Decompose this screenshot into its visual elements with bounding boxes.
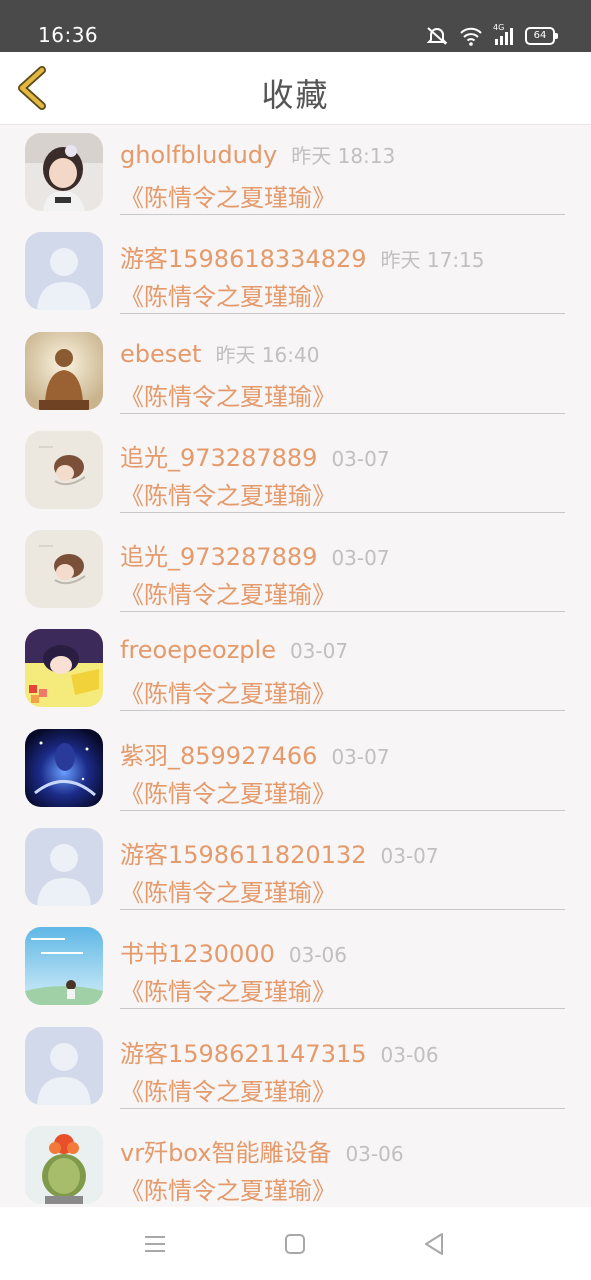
book-title[interactable]: 《陈情令之夏瑾瑜》 xyxy=(120,476,336,511)
row-header: 紫羽_859927466 03-07 xyxy=(120,736,390,771)
list-item[interactable]: 游客1598621147315 03-06 《陈情令之夏瑾瑜》 xyxy=(0,1018,591,1117)
row-header: 追光_973287889 03-07 xyxy=(120,438,390,473)
username[interactable]: freoepeozple xyxy=(120,636,276,664)
timestamp: 03-06 xyxy=(345,1141,404,1166)
username[interactable]: 游客1598621147315 xyxy=(120,1040,367,1068)
book-title[interactable]: 《陈情令之夏瑾瑜》 xyxy=(120,972,336,1007)
avatar-default[interactable] xyxy=(25,828,103,907)
divider xyxy=(120,1107,565,1109)
status-icons: 4G 64 xyxy=(425,23,558,48)
menu-button[interactable] xyxy=(140,1229,170,1259)
divider xyxy=(120,710,565,712)
status-bar: 16:36 4G 64 xyxy=(0,0,591,52)
book-title[interactable]: 《陈情令之夏瑾瑜》 xyxy=(120,873,336,908)
header: 收藏 xyxy=(0,52,591,125)
status-time: 16:36 xyxy=(38,23,99,47)
row-header: 游客1598618334829 昨天 17:15 xyxy=(120,239,485,274)
book-title[interactable]: 《陈情令之夏瑾瑜》 xyxy=(120,178,336,213)
divider xyxy=(120,214,565,215)
avatar-anime[interactable] xyxy=(25,629,103,708)
book-title[interactable]: 《陈情令之夏瑾瑜》 xyxy=(120,1171,336,1206)
mute-icon xyxy=(426,27,448,45)
list-item[interactable]: freoepeozple 03-07 《陈情令之夏瑾瑜》 xyxy=(0,620,591,719)
cellular-signal-icon: 4G xyxy=(493,23,515,46)
avatar-child-photo[interactable] xyxy=(25,133,103,211)
book-title[interactable]: 《陈情令之夏瑾瑜》 xyxy=(120,377,336,412)
username[interactable]: 紫羽_859927466 xyxy=(120,742,317,770)
timestamp: 03-06 xyxy=(288,943,348,968)
row-header: 追光_973287889 03-07 xyxy=(120,537,390,572)
timestamp: 03-07 xyxy=(331,744,390,769)
row-header: freoepeozple 03-07 xyxy=(120,636,348,664)
system-nav-bar xyxy=(0,1207,591,1280)
book-title[interactable]: 《陈情令之夏瑾瑜》 xyxy=(120,1072,336,1107)
list-item[interactable]: 游客1598618334829 昨天 17:15 《陈情令之夏瑾瑜》 xyxy=(0,223,591,322)
avatar-buddha[interactable] xyxy=(25,331,103,410)
avatar-default[interactable] xyxy=(25,1026,103,1105)
username[interactable]: 追光_973287889 xyxy=(120,444,317,472)
wifi-icon xyxy=(460,27,482,46)
list-item[interactable]: gholfblududy 昨天 18:13 《陈情令之夏瑾瑜》 xyxy=(0,124,591,223)
row-header: 游客1598621147315 03-06 xyxy=(120,1034,439,1069)
divider xyxy=(120,611,565,613)
list-item[interactable]: 追光_973287889 03-07 《陈情令之夏瑾瑜》 xyxy=(0,521,591,620)
avatar-girl-sketch[interactable] xyxy=(25,530,103,609)
divider xyxy=(120,809,565,811)
list-item[interactable]: 书书1230000 03-06 《陈情令之夏瑾瑜》 xyxy=(0,918,591,1017)
username[interactable]: vr歼box智能雕设备 xyxy=(120,1139,331,1167)
username[interactable]: 游客1598611820132 xyxy=(120,841,367,869)
timestamp: 03-07 xyxy=(289,639,349,664)
home-square-icon xyxy=(285,1234,305,1254)
avatar-sky-girl[interactable] xyxy=(25,927,103,1006)
book-title[interactable]: 《陈情令之夏瑾瑜》 xyxy=(120,674,336,709)
book-title[interactable]: 《陈情令之夏瑾瑜》 xyxy=(120,277,336,312)
row-header: vr歼box智能雕设备 03-06 xyxy=(120,1133,404,1168)
list-item[interactable]: 游客1598611820132 03-07 《陈情令之夏瑾瑜》 xyxy=(0,819,591,918)
list-item[interactable]: ebeset 昨天 16:40 《陈情令之夏瑾瑜》 xyxy=(0,323,591,422)
row-header: 书书1230000 03-06 xyxy=(120,934,347,969)
username[interactable]: gholfblududy xyxy=(120,141,277,169)
divider xyxy=(120,412,565,414)
home-button[interactable] xyxy=(280,1229,310,1259)
battery-indicator: 64 xyxy=(525,27,558,45)
timestamp: 昨天 17:15 xyxy=(380,248,485,273)
avatar-cactus[interactable] xyxy=(25,1125,103,1204)
list-item[interactable]: 追光_973287889 03-07 《陈情令之夏瑾瑜》 xyxy=(0,422,591,521)
avatar-galaxy[interactable] xyxy=(25,728,103,807)
row-header: 游客1598611820132 03-07 xyxy=(120,835,439,870)
list-item[interactable]: vr歼box智能雕设备 03-06 《陈情令之夏瑾瑜》 xyxy=(0,1117,591,1207)
divider xyxy=(120,1008,565,1010)
divider xyxy=(120,313,565,315)
timestamp: 昨天 18:13 xyxy=(291,144,396,168)
book-title[interactable]: 《陈情令之夏瑾瑜》 xyxy=(120,575,336,610)
row-header: gholfblududy 昨天 18:13 xyxy=(120,140,395,169)
divider xyxy=(120,511,565,513)
system-back-button[interactable] xyxy=(420,1229,450,1259)
divider xyxy=(120,909,565,911)
menu-icon xyxy=(145,1236,165,1252)
timestamp: 03-07 xyxy=(331,446,390,471)
row-header: ebeset 昨天 16:40 xyxy=(120,339,319,368)
list-item[interactable]: 紫羽_859927466 03-07 《陈情令之夏瑾瑜》 xyxy=(0,720,591,819)
timestamp: 03-07 xyxy=(331,546,390,571)
avatar-default[interactable] xyxy=(25,232,103,311)
username[interactable]: 书书1230000 xyxy=(120,940,275,968)
username[interactable]: 追光_973287889 xyxy=(120,543,317,571)
username[interactable]: ebeset xyxy=(120,340,201,368)
triangle-back-icon xyxy=(425,1233,443,1255)
favorites-list: gholfblududy 昨天 18:13 《陈情令之夏瑾瑜》 游客1598618… xyxy=(0,124,591,1207)
timestamp: 03-07 xyxy=(380,844,439,869)
timestamp: 昨天 16:40 xyxy=(215,342,320,367)
page-title: 收藏 xyxy=(261,76,330,114)
avatar-girl-sketch[interactable] xyxy=(25,430,103,509)
timestamp: 03-06 xyxy=(380,1042,439,1067)
username[interactable]: 游客1598618334829 xyxy=(120,245,367,273)
book-title[interactable]: 《陈情令之夏瑾瑜》 xyxy=(120,774,336,809)
